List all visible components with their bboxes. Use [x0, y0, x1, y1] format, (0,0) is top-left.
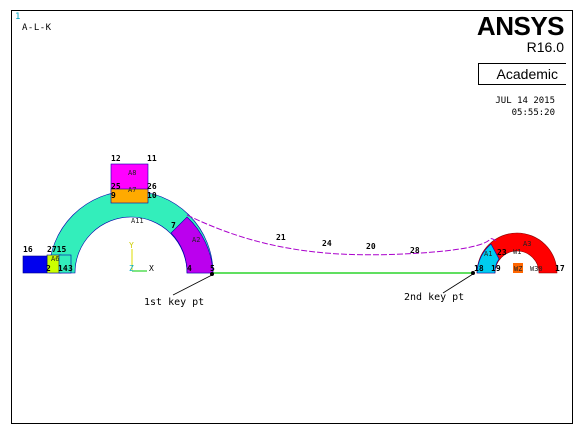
kp-label: 20 — [366, 242, 376, 251]
kp-label: 28 — [410, 246, 420, 255]
kp-label: 21 — [276, 233, 286, 242]
line-spline — [186, 214, 498, 256]
area-label: W1 — [513, 248, 521, 256]
annotation-1st-key-pt: 1st key pt — [144, 297, 204, 308]
area-label: A11 — [131, 217, 144, 225]
kp-label: 23 — [497, 248, 507, 257]
axis-y-label: Y — [129, 241, 134, 250]
area-label: A7 — [128, 186, 136, 194]
kp-label: 17 — [555, 264, 565, 273]
kp-label: 14 — [58, 264, 68, 273]
area-label: A2 — [192, 236, 200, 244]
kp-label: 12 — [111, 154, 121, 163]
area-label: A1 — [484, 250, 492, 258]
area-a9 — [22, 255, 48, 274]
kp-label: 19 — [491, 264, 501, 273]
area-label: W30 — [530, 265, 543, 273]
kp-label: 18 — [474, 264, 484, 273]
kp-label: 24 — [322, 239, 332, 248]
graphics-viewport[interactable]: 1 A-L-K ANSYS R16.0 Academic JUL 14 2015… — [11, 10, 573, 424]
kp-label: 7 — [171, 221, 176, 230]
area-label: A6 — [51, 255, 59, 263]
kp-label: 3 — [68, 264, 73, 273]
kp-label: 2715 — [47, 245, 66, 254]
kp-label: 2 — [46, 264, 51, 273]
kp-label: 4 — [187, 264, 192, 273]
annotation-2nd-key-pt: 2nd key pt — [404, 292, 464, 303]
area-label: WZ — [514, 265, 522, 273]
kp-label: 9 — [111, 191, 116, 200]
kp-label: 11 — [147, 154, 157, 163]
kp-label: 10 — [147, 191, 157, 200]
area-label: A3 — [523, 240, 531, 248]
area-label: A8 — [128, 169, 136, 177]
axis-x-label: X — [149, 264, 154, 273]
model-geometry[interactable]: Y Z X 12 11 25 26 9 10 16 2715 2 14 3 7 … — [12, 11, 572, 423]
kp-label: 26 — [147, 182, 157, 191]
axis-z-label: Z — [129, 264, 134, 273]
kp-label: 5 — [210, 264, 215, 273]
kp-label: 25 — [111, 182, 121, 191]
kp-label: 16 — [23, 245, 33, 254]
